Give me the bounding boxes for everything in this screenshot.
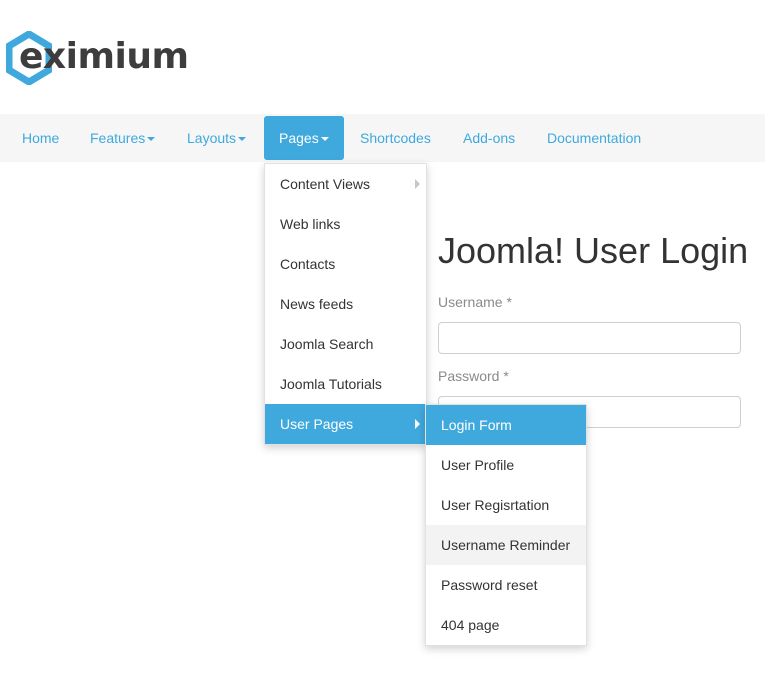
menu-item-joomla-search[interactable]: Joomla Search xyxy=(265,324,426,364)
menu-item-web-links[interactable]: Web links xyxy=(265,204,426,244)
nav-shortcodes[interactable]: Shortcodes xyxy=(360,114,431,162)
chevron-right-icon xyxy=(415,419,420,429)
menu-item-user-pages[interactable]: User Pages xyxy=(265,404,426,444)
nav-add-ons[interactable]: Add-ons xyxy=(463,114,515,162)
nav-features-label: Features xyxy=(90,130,146,146)
menu-item-username-reminder[interactable]: Username Reminder xyxy=(426,525,586,565)
username-field[interactable] xyxy=(438,322,741,354)
logo-text: eximium xyxy=(19,36,189,77)
nav-features[interactable]: Features xyxy=(90,114,156,162)
caret-down-icon xyxy=(147,137,156,142)
menu-item-joomla-tutorials[interactable]: Joomla Tutorials xyxy=(265,364,426,404)
menu-item-label: User Profile xyxy=(441,457,515,473)
nav-home-label: Home xyxy=(22,130,60,146)
menu-item-label: Login Form xyxy=(441,417,512,433)
password-label: Password * xyxy=(438,368,509,384)
site-logo[interactable]: eximium xyxy=(6,28,189,88)
nav-layouts[interactable]: Layouts xyxy=(187,114,247,162)
menu-item-label: Username Reminder xyxy=(441,537,571,553)
menu-item-label: Contacts xyxy=(280,256,336,272)
menu-item-news-feeds[interactable]: News feeds xyxy=(265,284,426,324)
nav-add-ons-label: Add-ons xyxy=(463,130,516,146)
menu-item-404-page[interactable]: 404 page xyxy=(426,605,586,645)
chevron-right-icon xyxy=(415,179,420,189)
menu-item-label: News feeds xyxy=(280,296,354,312)
menu-item-label: 404 page xyxy=(441,617,500,633)
nav-pages-label: Pages xyxy=(279,130,319,146)
menu-item-login-form[interactable]: Login Form xyxy=(426,405,586,445)
menu-item-password-reset[interactable]: Password reset xyxy=(426,565,586,605)
nav-pages[interactable]: Pages xyxy=(264,116,344,160)
menu-item-label: Web links xyxy=(280,216,341,232)
caret-down-icon xyxy=(320,137,329,142)
menu-item-label: Joomla Search xyxy=(280,336,374,352)
menu-item-user-profile[interactable]: User Profile xyxy=(426,445,586,485)
menu-item-contacts[interactable]: Contacts xyxy=(265,244,426,284)
page-title: Joomla! User Login xyxy=(438,230,749,271)
nav-layouts-label: Layouts xyxy=(187,130,237,146)
menu-item-label: User Regisrtation xyxy=(441,497,550,513)
user-pages-submenu: Login Form User Profile User Regisrtatio… xyxy=(425,404,587,646)
caret-down-icon xyxy=(238,137,247,142)
main-navbar: Home Features Layouts Pages Shortcodes A… xyxy=(0,114,765,162)
nav-shortcodes-label: Shortcodes xyxy=(360,130,431,146)
nav-documentation[interactable]: Documentation xyxy=(547,114,641,162)
pages-dropdown-menu: Content Views Web links Contacts News fe… xyxy=(264,163,427,445)
username-label: Username * xyxy=(438,294,512,310)
menu-item-user-registration[interactable]: User Regisrtation xyxy=(426,485,586,525)
menu-item-label: Password reset xyxy=(441,577,538,593)
menu-item-label: User Pages xyxy=(280,416,354,432)
menu-item-label: Joomla Tutorials xyxy=(280,376,382,392)
nav-home[interactable]: Home xyxy=(22,114,59,162)
menu-item-label: Content Views xyxy=(280,176,371,192)
menu-item-content-views[interactable]: Content Views xyxy=(265,164,426,204)
nav-documentation-label: Documentation xyxy=(547,130,642,146)
